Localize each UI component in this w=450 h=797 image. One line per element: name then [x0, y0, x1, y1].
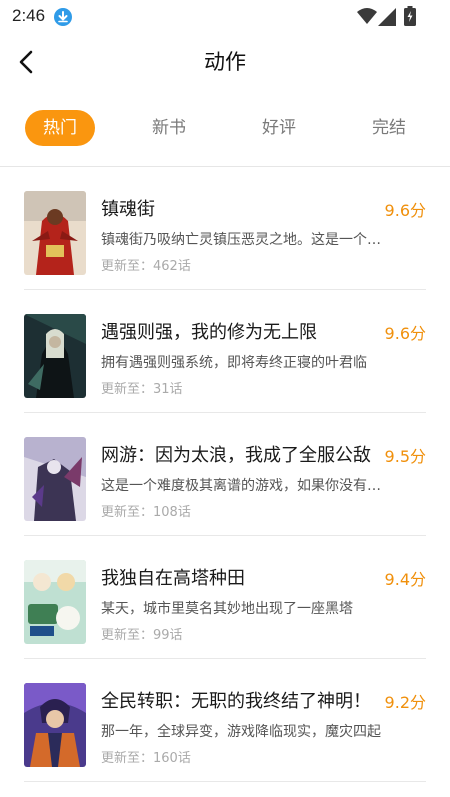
comic-score: 9.6分: [384, 201, 426, 220]
status-time: 2:46: [12, 6, 46, 25]
list-item[interactable]: 遇强则强，我的修为无上限 9.6分 拥有遇强则强系统，即将寿终正寝的叶君临 更新…: [0, 290, 450, 413]
cover-image: [24, 314, 86, 398]
header: 动作: [0, 34, 450, 90]
list-item[interactable]: 镇魂街 9.6分 镇魂街乃吸纳亡灵镇压恶灵之地。这是一个人灵共存的世界 更新至：…: [0, 167, 450, 290]
comic-title: 全民转职：无职的我终结了神明！: [101, 691, 371, 712]
comic-score: 9.4分: [384, 570, 426, 589]
tab-top-rated[interactable]: 好评: [244, 110, 314, 146]
comic-score: 9.2分: [384, 693, 426, 712]
list-item[interactable]: 我独自在高塔种田 9.4分 某天，城市里莫名其妙地出现了一座黑塔 更新至：99话: [0, 536, 450, 659]
comic-title: 镇魂街: [101, 199, 155, 220]
cover-image: [24, 683, 86, 767]
comic-description: 镇魂街乃吸纳亡灵镇压恶灵之地。这是一个人灵共存的世界: [101, 232, 381, 248]
comic-update: 更新至：160话: [101, 751, 191, 766]
divider: [24, 781, 426, 782]
comic-description: 拥有遇强则强系统，即将寿终正寝的叶君临: [101, 355, 367, 371]
status-bar: 2:46: [0, 0, 450, 34]
cover-image: [24, 191, 86, 275]
battery-icon: [404, 6, 416, 30]
list-item[interactable]: 网游：因为太浪，我成了全服公敌 9.5分 这是一个难度极其离谱的游戏，如果你没有…: [0, 413, 450, 536]
comic-update: 更新至：99话: [101, 628, 183, 643]
tab-completed[interactable]: 完结: [354, 110, 424, 146]
category-tabs: 热门 新书 好评 完结: [0, 108, 450, 148]
comic-title: 遇强则强，我的修为无上限: [101, 322, 317, 343]
page-title: 动作: [204, 50, 246, 74]
cover-image: [24, 437, 86, 521]
tab-new[interactable]: 新书: [134, 110, 204, 146]
comic-description: 某天，城市里莫名其妙地出现了一座黑塔: [101, 601, 353, 617]
comic-title: 我独自在高塔种田: [101, 568, 245, 589]
comic-update: 更新至：108话: [101, 505, 191, 520]
comic-description: 这是一个难度极其离谱的游戏，如果你没有天赋: [101, 478, 381, 494]
list-item[interactable]: 全民转职：无职的我终结了神明！ 9.2分 那一年，全球异变，游戏降临现实，魔灾四…: [0, 659, 450, 782]
wifi-icon: [357, 8, 377, 28]
comic-score: 9.5分: [384, 447, 426, 466]
cover-image: [24, 560, 86, 644]
tab-hot[interactable]: 热门: [25, 110, 95, 146]
comic-score: 9.6分: [384, 324, 426, 343]
comic-update: 更新至：31话: [101, 382, 183, 397]
comic-update: 更新至：462话: [101, 259, 191, 274]
signal-icon: [378, 8, 396, 30]
comic-title: 网游：因为太浪，我成了全服公敌: [101, 445, 371, 466]
comic-description: 那一年，全球异变，游戏降临现实，魔灾四起: [101, 724, 381, 740]
download-icon: [54, 8, 72, 26]
